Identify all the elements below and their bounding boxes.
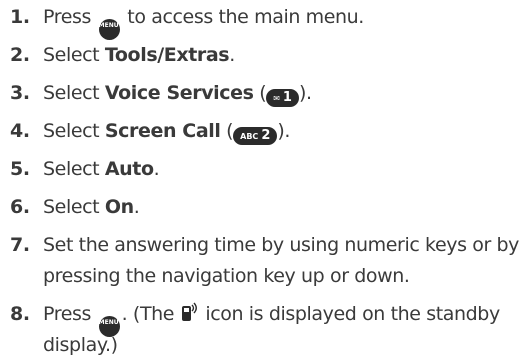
key-2-icon: ABC 2 xyxy=(233,127,278,145)
step-number: 3. xyxy=(10,82,30,104)
step-number: 1. xyxy=(10,6,30,28)
step-text: Select Screen Call (ABC 2). xyxy=(43,120,291,145)
step-text: Select Voice Services (✉ 1). xyxy=(43,82,312,107)
step-text: Press MENU OK to access the main menu. xyxy=(43,3,526,40)
step-text-line-1: Set the answering time by using numeric … xyxy=(43,234,520,256)
key-1-icon: ✉ 1 xyxy=(266,89,299,107)
step-number: 8. xyxy=(10,303,30,325)
step-text: Select Auto. xyxy=(43,158,160,180)
step-number: 2. xyxy=(10,44,30,66)
step-text-line-2: display.) xyxy=(43,334,118,356)
step-text: Select On. xyxy=(43,196,140,218)
step-number: 4. xyxy=(10,120,30,142)
step-number: 7. xyxy=(10,234,30,256)
step-number: 6. xyxy=(10,196,30,218)
screen-call-phone-icon xyxy=(181,302,197,321)
step-number: 5. xyxy=(10,158,30,180)
step-text-line-2: pressing the navigation key up or down. xyxy=(43,265,410,287)
menu-ok-key-icon: MENU OK xyxy=(98,19,130,40)
step-text: Select Tools/Extras. xyxy=(43,44,235,66)
